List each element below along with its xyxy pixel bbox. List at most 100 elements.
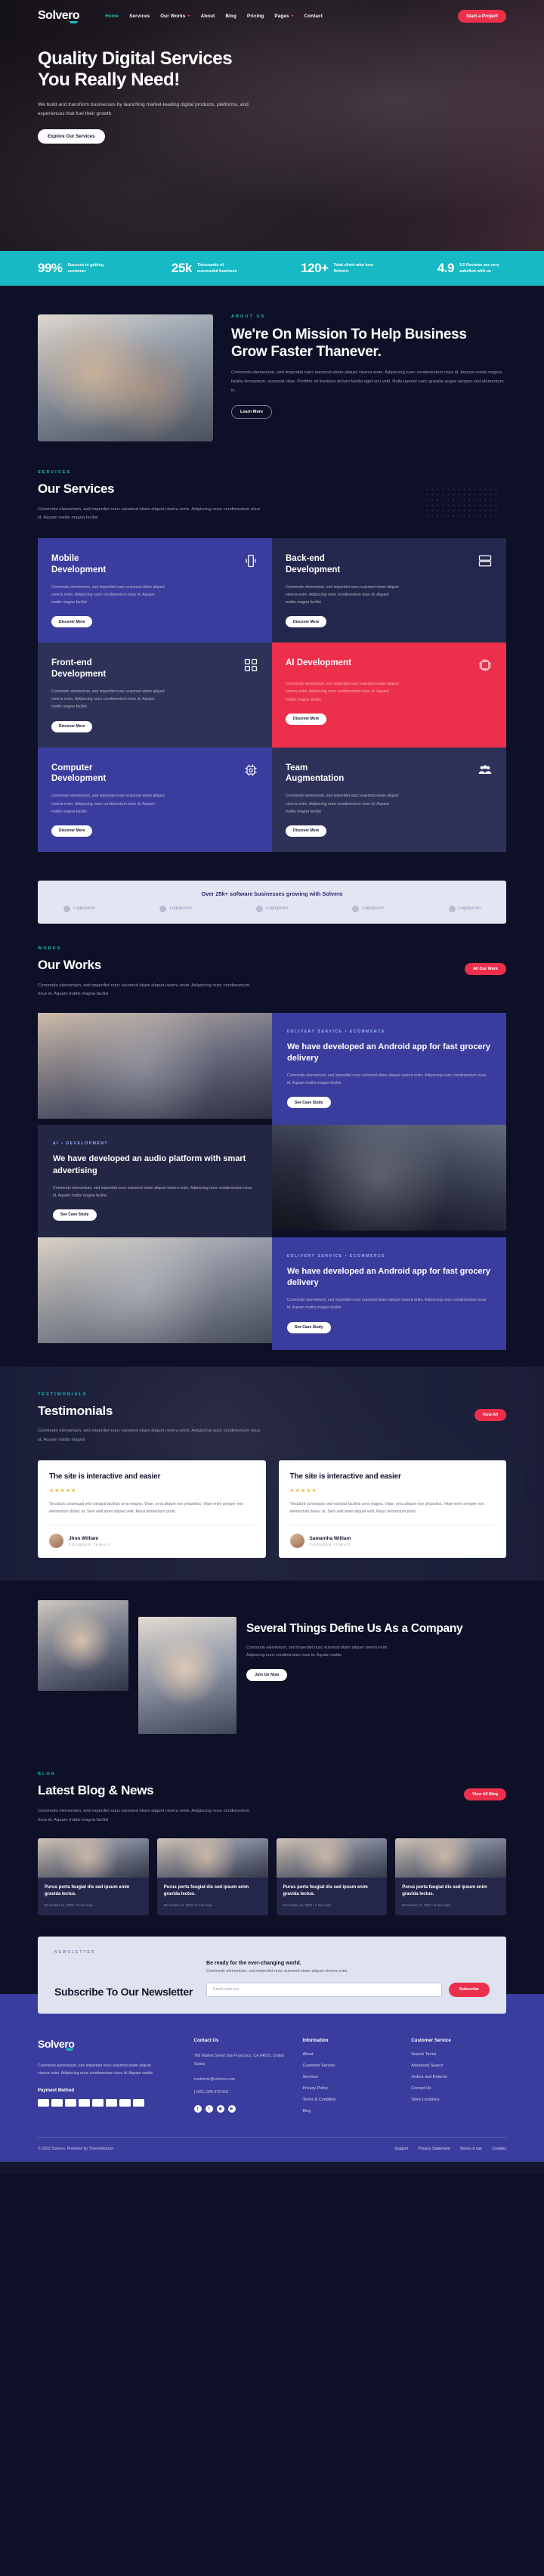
blog-post-card[interactable]: Purus porta feugiat dis sed ipsum enim g… — [276, 1838, 388, 1915]
footer-link-search-terms[interactable]: Search Terms — [411, 2052, 506, 2057]
service-title: Back-end Development — [286, 553, 341, 574]
nav-item-blog[interactable]: Blog — [225, 14, 236, 19]
testimonial-author-name: Samantha William — [309, 1535, 351, 1541]
team-collaboration-image — [138, 1617, 236, 1735]
discover-more-button[interactable]: Discover More — [51, 720, 93, 732]
footer-link-store-locations[interactable]: Store Locations — [411, 2098, 506, 2102]
subscribe-button[interactable]: Subscribe — [448, 1982, 490, 1997]
footer-link-blog[interactable]: Blog — [302, 2109, 397, 2113]
explore-services-button[interactable]: Explore Our Services — [38, 129, 105, 144]
blog-post-card[interactable]: Purus porta feugiat dis sed ipsum enim g… — [156, 1838, 268, 1915]
footer-link-advanced-search[interactable]: Advanced Search — [411, 2064, 506, 2068]
nav-item-services[interactable]: Services — [129, 14, 150, 19]
see-case-study-button[interactable]: See Case Study — [287, 1097, 331, 1109]
logoipsum-mark-icon — [159, 905, 167, 912]
discover-more-button[interactable]: Discover More — [286, 616, 327, 628]
work-description: Commodo elementum, sed imperdiet nunc eu… — [287, 1073, 487, 1086]
see-case-study-button[interactable]: See Case Study — [53, 1209, 97, 1221]
start-project-button[interactable]: Start a Project — [458, 9, 506, 23]
hero-title: Quality Digital Services You Really Need… — [38, 48, 233, 91]
testimonial-text: Tincidunt consequat sed volutpat facilis… — [289, 1501, 484, 1515]
works-header: WORKS Our Works Commodo elementum, sed i… — [38, 946, 506, 999]
service-card-front-end-development[interactable]: Front-end Development Commodo elementum,… — [38, 642, 272, 748]
nav-item-contact[interactable]: Contact — [304, 14, 323, 19]
discover-more-button[interactable]: Discover More — [51, 825, 93, 837]
payment-method-heading: Payment Method — [38, 2088, 75, 2094]
join-us-now-button[interactable]: Join Us Now — [246, 1668, 288, 1681]
facebook-icon[interactable]: f — [193, 2104, 202, 2113]
blog-post-meta: December 14, 2022 • 5 min read — [402, 1903, 450, 1907]
service-card-ai-development[interactable]: AI Development Commodo elementum, sed im… — [272, 642, 506, 748]
blog-post-card[interactable]: Purus porta feugiat dis sed ipsum enim g… — [395, 1838, 506, 1915]
footer-link-contact-us[interactable]: Contact Us — [411, 2086, 506, 2091]
blog-post-card[interactable]: Purus porta feugiat dis sed ipsum enim g… — [38, 1838, 149, 1915]
work-title: We have developed an Android app for fas… — [287, 1266, 490, 1288]
blog-description: Commodo elementum, sed imperdiet nunc eu… — [38, 1808, 250, 1822]
nav-item-pricing[interactable]: Pricing — [247, 14, 264, 19]
footer-link-about[interactable]: About — [302, 2052, 397, 2057]
discover-more-button[interactable]: Discover More — [286, 713, 327, 725]
jcb-icon — [119, 2099, 131, 2107]
work-image-audio-platform — [272, 1125, 506, 1231]
testimonials-eyebrow: TESTIMONIALS — [38, 1392, 88, 1397]
logoipsum-mark-icon — [352, 905, 360, 912]
amex-icon — [51, 2099, 63, 2107]
service-card-mobile-development[interactable]: Mobile Development Commodo elementum, se… — [38, 537, 272, 643]
discover-more-button[interactable]: Discover More — [286, 825, 327, 837]
service-card-computer-development[interactable]: Computer Development Commodo elementum, … — [38, 747, 272, 852]
view-all-testimonials-button[interactable]: View All — [474, 1408, 506, 1421]
dot-pattern-decoration — [425, 487, 497, 517]
nav-item-about[interactable]: About — [201, 14, 215, 19]
footer-link-privacy-policy[interactable]: Privacy Policy — [302, 2086, 397, 2091]
footer-link-customer-service[interactable]: Customer Service — [302, 2064, 397, 2068]
nav-item-our-works[interactable]: Our Works — [160, 14, 190, 19]
youtube-icon[interactable]: ▶ — [227, 2104, 236, 2113]
learn-more-button[interactable]: Learn More — [231, 405, 273, 420]
services-eyebrow: SERVICES — [38, 470, 72, 475]
email-input[interactable] — [206, 1982, 442, 1997]
discover-more-button[interactable]: Discover More — [51, 616, 93, 628]
service-card-team-augmentation[interactable]: Team Augmentation Commodo elementum, sed… — [272, 747, 506, 852]
instagram-icon[interactable]: ◉ — [216, 2104, 224, 2113]
testimonial-title: The site is interactive and easier — [49, 1472, 161, 1481]
services-description: Commodo elementum, sed imperdiet nunc eu… — [38, 506, 261, 521]
nav-item-home[interactable]: Home — [105, 14, 119, 19]
blog-post-title: Purus porta feugiat dis sed ipsum enim g… — [402, 1885, 487, 1896]
footer-bottom-link-terms-of-use[interactable]: Terms of use — [460, 2147, 483, 2151]
blog-grid: Purus porta feugiat dis sed ipsum enim g… — [38, 1838, 506, 1915]
service-title: Team Augmentation — [286, 763, 345, 784]
about-content: ABOUT US We're On Mission To Help Busine… — [231, 314, 506, 420]
nav-links: Home Services Our Works About Blog Prici… — [105, 14, 323, 19]
footer-logo[interactable]: Solvero — [38, 2038, 75, 2051]
footer-link-services[interactable]: Services — [302, 2075, 397, 2079]
hero-content: Quality Digital Services You Really Need… — [38, 23, 506, 144]
work-card-audio-platform[interactable]: AI • DEVELOPMENT We have developed an au… — [38, 1125, 272, 1237]
view-all-blog-button[interactable]: View All Blog — [464, 1788, 506, 1801]
footer-link-orders-returns[interactable]: Orders and Returns — [411, 2075, 506, 2079]
all-our-work-button[interactable]: All Our Work — [465, 962, 506, 975]
contact-heading: Contact Us — [193, 2037, 219, 2043]
logoipsum-mark-icon — [255, 905, 263, 912]
stat-value: 25k — [171, 261, 192, 275]
footer-bottom-link-privacy-statement[interactable]: Privacy Statement — [418, 2147, 450, 2151]
work-card-grocery-delivery[interactable]: DELIVERY SERVICE • ECOMMERCE We have dev… — [272, 1012, 506, 1125]
work-card-grocery-delivery-2[interactable]: DELIVERY SERVICE • ECOMMERCE We have dev… — [272, 1237, 506, 1350]
testimonials-header: TESTIMONIALS Testimonials Commodo elemen… — [38, 1392, 506, 1445]
logos-headline: Over 25k+ software businesses growing wi… — [201, 890, 343, 897]
contact-phone[interactable]: (+021) 345 678 910 — [194, 2088, 289, 2097]
service-card-back-end-development[interactable]: Back-end Development Commodo elementum, … — [272, 537, 506, 643]
twitter-icon[interactable]: t — [205, 2104, 213, 2113]
testimonial-author-role: FOUNDER TUWATI — [309, 1542, 351, 1547]
site-logo[interactable]: Solvero — [38, 9, 80, 23]
footer-link-terms-condition[interactable]: Terms & Condition — [302, 2098, 397, 2102]
see-case-study-button[interactable]: See Case Study — [287, 1321, 331, 1333]
work-image-grocery-app-2 — [38, 1237, 272, 1343]
footer-bottom-link-cookies[interactable]: Cookies — [492, 2147, 506, 2151]
footer-bottom-link-support[interactable]: Support — [394, 2147, 408, 2151]
logos-panel: Over 25k+ software businesses growing wi… — [38, 880, 506, 924]
partner-logos-section: Over 25k+ software businesses growing wi… — [0, 880, 544, 924]
contact-email[interactable]: customer@solvero.com — [194, 2076, 289, 2084]
logoipsum-mark-icon — [448, 905, 456, 912]
nav-item-pages[interactable]: Pages — [274, 14, 294, 19]
hero-description: We build and transform businesses by lau… — [38, 101, 249, 116]
